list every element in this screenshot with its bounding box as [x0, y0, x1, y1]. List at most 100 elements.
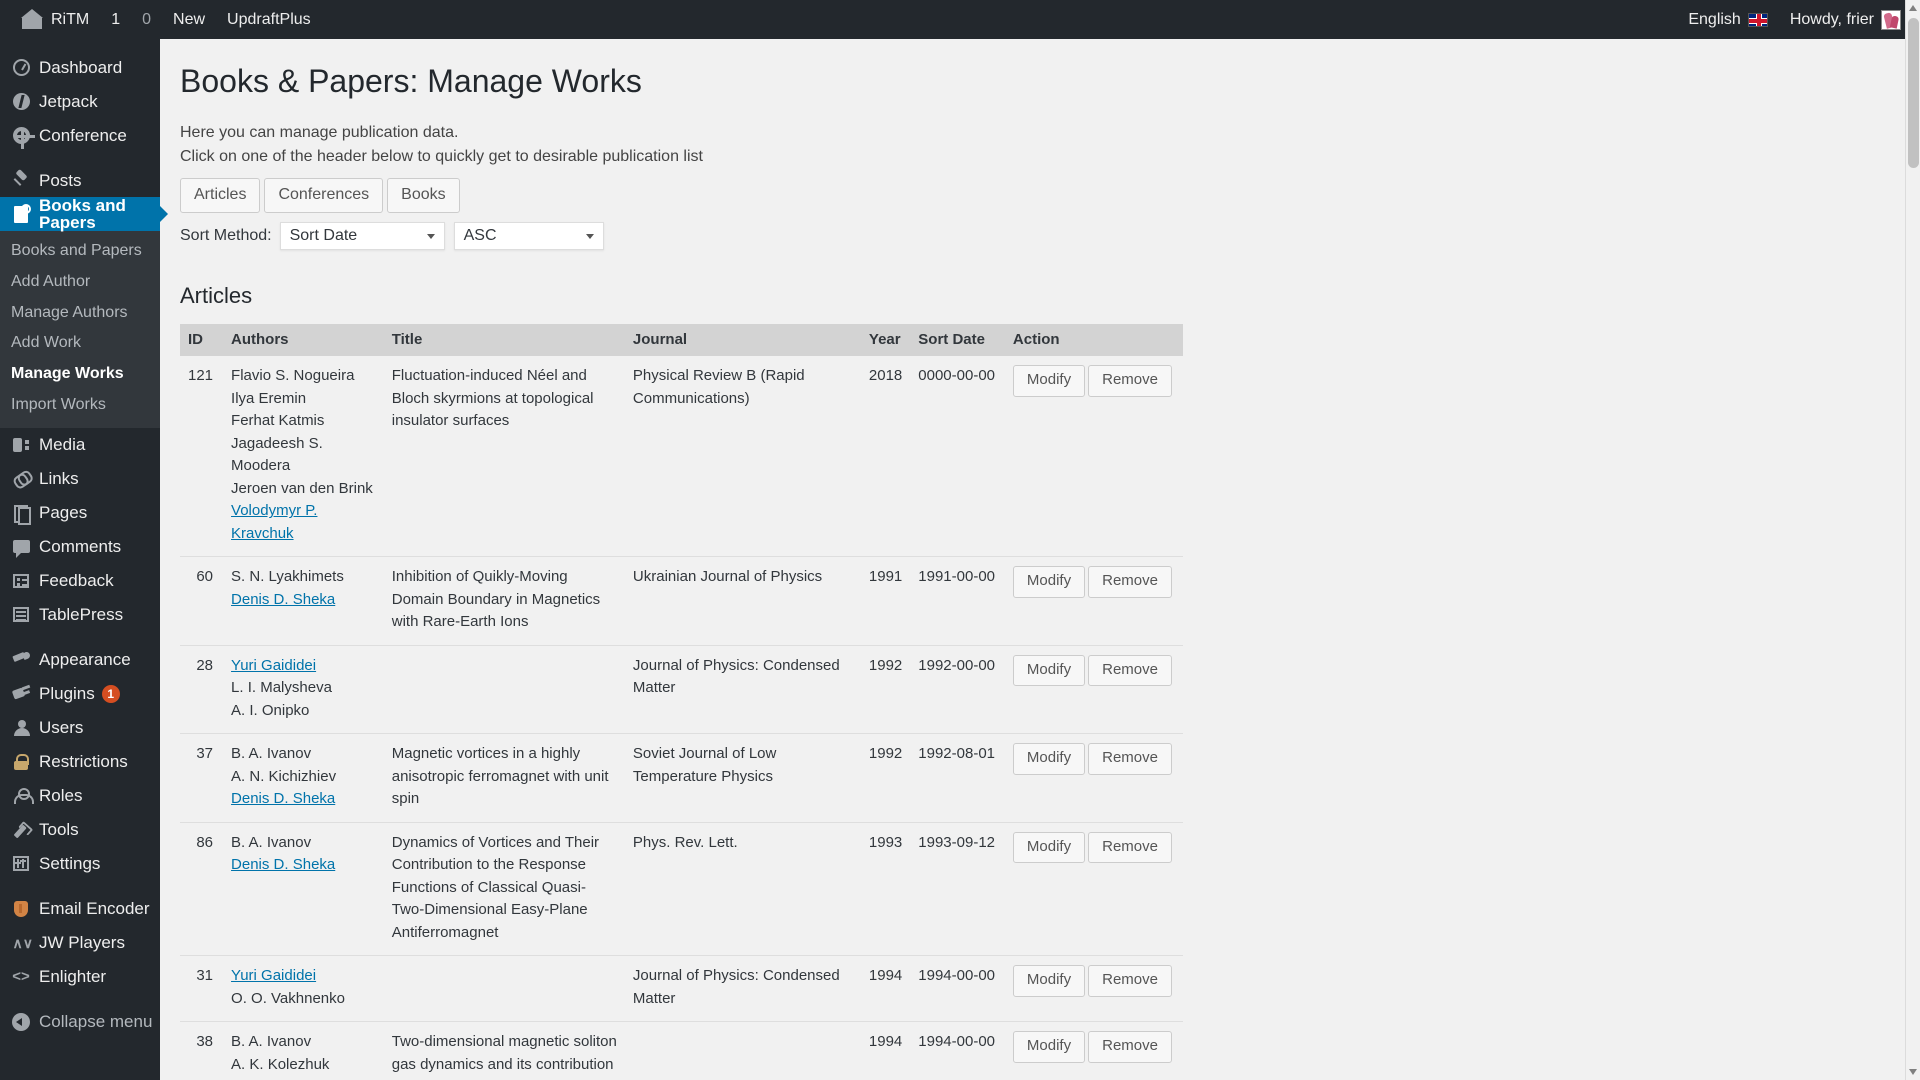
table-row: 38 B. A. Ivanov A. K. Kolezhuk Denis D. She… [180, 1021, 1183, 1080]
author-link[interactable]: Denis D. Sheka [231, 788, 376, 811]
author-name: L. I. Malysheva [231, 679, 332, 697]
remove-button[interactable]: Remove [1088, 566, 1172, 598]
modify-button[interactable]: Modify [1012, 743, 1086, 775]
scroll-up-arrow-icon[interactable] [1906, 0, 1920, 16]
sidebar-item-settings[interactable]: Settings [0, 847, 160, 881]
updraftplus-menu[interactable]: UpdraftPlus [216, 0, 322, 39]
sort-direction-select[interactable]: ASC [453, 222, 604, 251]
sidebar-item-feedback[interactable]: Feedback [0, 564, 160, 598]
table-row: 121 Flavio S. Nogueira Ilya Eremin Ferhat K… [180, 356, 1183, 558]
author-link[interactable]: Denis D. Sheka [231, 1076, 376, 1080]
author-link[interactable]: Yuri Gaididei [231, 965, 376, 988]
sidebar-item-enlighter[interactable]: <> Enlighter [0, 960, 160, 994]
column-header-year[interactable]: Year [860, 324, 911, 357]
remove-button[interactable]: Remove [1088, 654, 1172, 687]
site-home-link[interactable]: RiTM [10, 0, 100, 39]
author-link[interactable]: Yuri Gaididei [231, 655, 376, 678]
book-icon [8, 203, 34, 224]
author-name: B. A. Ivanov [231, 745, 312, 763]
sidebar-item-tools[interactable]: Tools [0, 813, 160, 847]
author-link[interactable]: Denis D. Sheka [231, 589, 376, 612]
modify-button[interactable]: Modify [1012, 365, 1086, 397]
modify-button[interactable]: Modify [1012, 566, 1086, 598]
roles-icon [8, 786, 34, 806]
sidebar-item-jetpack[interactable]: Jetpack [0, 84, 160, 118]
collapse-menu-button[interactable]: Collapse menu [0, 1005, 160, 1039]
cell-title: Magnetic vortices in a highly anisotropi… [383, 733, 625, 823]
column-header-sort-date[interactable]: Sort Date [910, 324, 1005, 357]
sidebar-item-appearance[interactable]: Appearance [0, 643, 160, 677]
avatar [1881, 9, 1901, 30]
conferences-button[interactable]: Conferences [264, 178, 384, 214]
remove-button[interactable]: Remove [1088, 743, 1172, 775]
sidebar-item-label: Links [39, 469, 79, 489]
author-name: A. I. Onipko [231, 701, 310, 719]
cell-title: Two-dimensional magnetic soliton gas dyn… [383, 1021, 625, 1080]
remove-button[interactable]: Remove [1088, 1031, 1172, 1063]
submenu-item-import-works[interactable]: Import Works [0, 390, 160, 421]
submenu-item-label: Manage Authors [11, 303, 128, 321]
sidebar-item-jw-players[interactable]: ∧∨ JW Players [0, 926, 160, 960]
submenu-item-books-and-papers[interactable]: Books and Papers [0, 236, 160, 267]
sidebar-item-links[interactable]: Links [0, 462, 160, 496]
sidebar-item-label: Users [39, 718, 84, 738]
remove-button[interactable]: Remove [1088, 831, 1172, 864]
sort-method-select[interactable]: Sort Date [279, 222, 445, 251]
remove-button[interactable]: Remove [1088, 965, 1172, 997]
media-icon [8, 435, 34, 455]
updates-indicator[interactable]: 1 [100, 0, 131, 39]
sidebar-item-label: Dashboard [39, 57, 123, 77]
cell-sort-date: 1992-08-01 [910, 733, 1005, 823]
submenu-item-add-author[interactable]: Add Author [0, 267, 160, 298]
language-switcher[interactable]: English [1677, 0, 1778, 39]
modify-button[interactable]: Modify [1012, 831, 1086, 864]
sidebar-item-dashboard[interactable]: Dashboard [0, 50, 160, 84]
column-header-id[interactable]: ID [180, 324, 224, 357]
sidebar-item-restrictions[interactable]: Restrictions [0, 745, 160, 779]
scrollbar-thumb[interactable] [1908, 18, 1919, 168]
articles-button[interactable]: Articles [180, 178, 261, 214]
sidebar-item-email-encoder[interactable]: Email Encoder [0, 892, 160, 926]
sidebar-item-label: Conference [39, 125, 127, 145]
cell-action: Modify Remove [1004, 955, 1183, 1023]
submenu-item-manage-works[interactable]: Manage Works [0, 359, 160, 390]
comments-indicator[interactable]: 0 [131, 0, 162, 39]
column-header-journal[interactable]: Journal [624, 324, 861, 357]
dashboard-icon [8, 57, 34, 77]
modify-button[interactable]: Modify [1012, 654, 1086, 687]
author-link[interactable]: Volodymyr P. Kravchuk [231, 500, 376, 545]
cell-year: 1992 [860, 733, 911, 823]
sidebar-item-tablepress[interactable]: TablePress [0, 598, 160, 632]
books-button[interactable]: Books [387, 178, 460, 214]
sidebar-item-plugins[interactable]: Plugins 1 [0, 677, 160, 711]
sidebar-item-label: Email Encoder [39, 899, 150, 919]
remove-button[interactable]: Remove [1088, 365, 1172, 397]
sidebar-item-roles[interactable]: Roles [0, 779, 160, 813]
cell-year: 1993 [860, 822, 911, 957]
cell-action: Modify Remove [1004, 733, 1183, 823]
cell-year: 1991 [860, 556, 911, 646]
author-link[interactable]: Denis D. Sheka [231, 854, 376, 877]
modify-button[interactable]: Modify [1012, 1031, 1086, 1063]
submenu-item-manage-authors[interactable]: Manage Authors [0, 298, 160, 329]
sidebar-item-books-and-papers[interactable]: Books and Papers [0, 197, 168, 231]
modify-button[interactable]: Modify [1012, 965, 1086, 997]
page-title: Books & Papers: Manage Works [180, 63, 642, 99]
cell-year: 1994 [860, 1021, 911, 1080]
sidebar-item-label: Posts [39, 170, 82, 190]
scroll-down-arrow-icon[interactable] [1906, 1064, 1920, 1080]
submenu-item-add-work[interactable]: Add Work [0, 328, 160, 359]
sidebar-item-comments[interactable]: Comments [0, 530, 160, 564]
sidebar-item-posts[interactable]: Posts [0, 163, 160, 197]
sidebar-item-conference[interactable]: Conference [0, 118, 160, 152]
column-header-title[interactable]: Title [383, 324, 625, 357]
new-content-menu[interactable]: New [162, 0, 216, 39]
sidebar-item-users[interactable]: Users [0, 711, 160, 745]
account-menu[interactable]: Howdy, frier [1779, 0, 1912, 39]
gear-icon [8, 125, 35, 149]
page-scrollbar[interactable] [1905, 0, 1920, 1080]
column-header-authors[interactable]: Authors [223, 324, 384, 357]
feedback-icon [8, 571, 34, 591]
sidebar-item-media[interactable]: Media [0, 428, 160, 462]
sidebar-item-pages[interactable]: Pages [0, 496, 160, 530]
